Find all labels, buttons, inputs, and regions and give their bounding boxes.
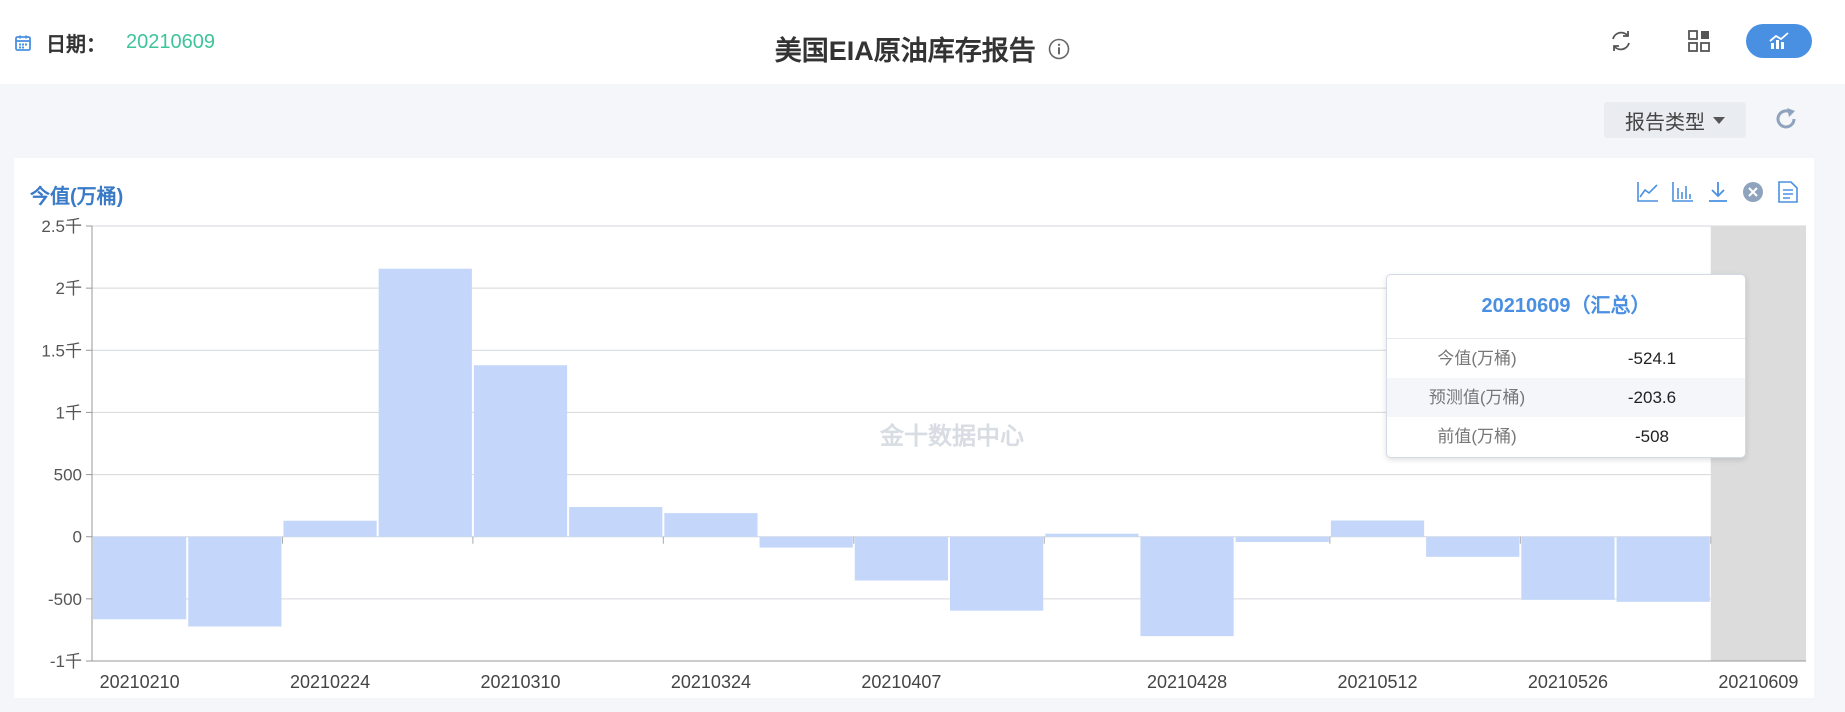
y-tick-label: -1千 — [50, 652, 82, 671]
data-tooltip: 20210609（汇总） 今值(万桶) -524.1 预测值(万桶) -203.… — [1386, 274, 1746, 458]
bar[interactable] — [854, 536, 948, 581]
x-tick-label: 20210407 — [861, 672, 941, 692]
bar[interactable] — [283, 520, 377, 537]
y-tick-label: 1千 — [56, 403, 82, 422]
watermark: 金十数据中心 — [879, 422, 1024, 450]
y-tick-label: 2.5千 — [41, 217, 82, 236]
bar[interactable] — [93, 536, 187, 620]
bar[interactable] — [569, 507, 663, 537]
x-tick-label: 20210512 — [1337, 672, 1417, 692]
y-tick-label: 0 — [73, 528, 82, 547]
x-tick-label: 20210526 — [1528, 672, 1608, 692]
tooltip-row-value: -203.6 — [1627, 388, 1677, 407]
bar[interactable] — [664, 513, 758, 537]
tooltip-row: 预测值(万桶) -203.6 — [1387, 378, 1745, 417]
tooltip-row-label: 前值(万桶) — [1437, 427, 1517, 446]
bar[interactable] — [1235, 536, 1329, 542]
y-tick-label: 1.5千 — [41, 341, 82, 360]
y-tick-label: -500 — [48, 590, 82, 609]
bar[interactable] — [1045, 533, 1139, 537]
y-tick-label: 2千 — [56, 279, 82, 298]
x-tick-label: 20210324 — [671, 672, 751, 692]
bar[interactable] — [473, 365, 568, 537]
tooltip-row: 前值(万桶) -508 — [1387, 417, 1745, 456]
tooltip-row: 今值(万桶) -524.1 — [1387, 339, 1745, 378]
x-tick-label: 20210310 — [480, 672, 560, 692]
bar[interactable] — [188, 536, 282, 627]
bar[interactable] — [1426, 536, 1520, 557]
x-tick-label: 20210428 — [1147, 672, 1227, 692]
tooltip-title: 20210609（汇总） — [1387, 275, 1745, 339]
tooltip-row-value: -524.1 — [1627, 349, 1677, 368]
bar[interactable] — [1521, 536, 1615, 600]
x-tick-label: 20210224 — [290, 672, 370, 692]
bar[interactable] — [378, 268, 472, 537]
bar[interactable] — [1330, 520, 1425, 537]
bar[interactable] — [759, 536, 853, 548]
tooltip-row-value: -508 — [1634, 427, 1670, 446]
bar[interactable] — [950, 536, 1044, 611]
tooltip-row-label: 今值(万桶) — [1437, 349, 1517, 368]
bar[interactable] — [1616, 536, 1710, 602]
y-tick-label: 500 — [54, 466, 82, 485]
x-tick-label: 20210609 — [1718, 672, 1798, 692]
x-tick-label: 20210210 — [100, 672, 180, 692]
bar[interactable] — [1140, 536, 1234, 637]
tooltip-row-label: 预测值(万桶) — [1428, 388, 1526, 407]
